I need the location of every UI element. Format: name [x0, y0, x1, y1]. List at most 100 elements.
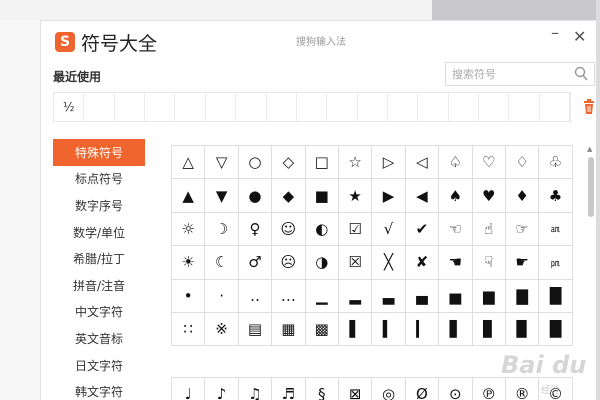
recent-symbol-cell[interactable]: [145, 93, 176, 121]
scroll-thumb[interactable]: [588, 157, 594, 217]
recent-symbol-cell[interactable]: [206, 93, 237, 121]
symbol-cell[interactable]: ▍: [372, 312, 406, 347]
search-box[interactable]: [445, 62, 595, 86]
symbol-cell[interactable]: ☛: [505, 246, 540, 280]
symbol-cell[interactable]: ▋: [439, 312, 473, 347]
category-item[interactable]: 中文字符: [53, 299, 145, 326]
symbol-cell[interactable]: ♣: [539, 179, 573, 213]
recent-symbol-cell[interactable]: [175, 93, 206, 121]
symbol-cell[interactable]: Ø: [406, 378, 440, 400]
symbol-cell[interactable]: ⊠: [339, 378, 373, 400]
symbol-cell[interactable]: ▶: [372, 179, 406, 213]
symbol-cell[interactable]: ‧: [205, 279, 239, 313]
category-item[interactable]: 拼音/注音: [53, 272, 145, 299]
symbol-cell[interactable]: ☜: [439, 212, 473, 247]
symbol-cell[interactable]: ㏂: [539, 212, 573, 247]
symbol-cell[interactable]: ▂: [338, 279, 373, 313]
recent-symbol-cell[interactable]: [479, 93, 510, 121]
symbol-cell[interactable]: ㏘: [539, 246, 573, 280]
category-item[interactable]: 希腊/拉丁: [53, 245, 145, 272]
recent-symbol-cell[interactable]: [297, 93, 328, 121]
symbol-cell[interactable]: ♂: [238, 246, 273, 280]
symbol-cell[interactable]: ▩: [305, 312, 339, 347]
symbol-cell[interactable]: ♫: [239, 378, 273, 400]
recent-symbol-cell[interactable]: [540, 93, 571, 121]
symbol-cell[interactable]: ▷: [372, 146, 406, 180]
symbol-cell[interactable]: ♠: [439, 179, 473, 213]
symbol-cell[interactable]: ▄: [405, 279, 440, 313]
symbol-cell[interactable]: …: [272, 279, 306, 313]
symbol-cell[interactable]: √: [372, 212, 406, 247]
symbol-cell[interactable]: ▼: [205, 179, 239, 213]
symbol-cell[interactable]: ♢: [505, 146, 540, 180]
symbol-cell[interactable]: ♬: [272, 378, 306, 400]
close-button[interactable]: ✕: [573, 27, 586, 46]
symbol-cell[interactable]: ★: [338, 179, 373, 213]
search-icon[interactable]: [574, 66, 588, 82]
symbol-cell[interactable]: ◐: [305, 212, 339, 247]
category-item[interactable]: 日文字符: [53, 352, 145, 379]
symbol-cell[interactable]: ♡: [472, 146, 506, 180]
symbol-cell[interactable]: ▲: [172, 179, 206, 213]
recent-symbol-cell[interactable]: [449, 93, 480, 121]
symbol-cell[interactable]: ▊: [472, 312, 506, 347]
symbol-cell[interactable]: ☀: [172, 246, 206, 280]
symbol-cell[interactable]: ☹: [272, 246, 306, 280]
symbol-cell[interactable]: ☺: [272, 212, 306, 247]
recent-symbol-cell[interactable]: ½: [54, 93, 85, 121]
search-input[interactable]: [446, 63, 566, 86]
symbol-cell[interactable]: ‥: [238, 279, 273, 313]
symbol-cell[interactable]: ▦: [272, 312, 306, 347]
symbol-cell[interactable]: ♦: [505, 179, 540, 213]
symbol-cell[interactable]: ☑: [338, 212, 373, 247]
category-item[interactable]: 数字序号: [53, 192, 145, 219]
symbol-cell[interactable]: ○: [238, 146, 273, 180]
symbol-cell[interactable]: ◇: [272, 146, 306, 180]
recent-symbol-cell[interactable]: [115, 93, 146, 121]
symbol-cell[interactable]: ☆: [338, 146, 373, 180]
recent-symbol-cell[interactable]: [388, 93, 419, 121]
recent-symbol-cell[interactable]: [236, 93, 267, 121]
symbol-cell[interactable]: █: [539, 279, 573, 313]
symbol-cell[interactable]: ♪: [205, 378, 239, 400]
category-item[interactable]: 特殊符号: [53, 139, 145, 166]
trash-icon[interactable]: [582, 99, 596, 115]
symbol-cell[interactable]: ▇: [505, 279, 540, 313]
category-item[interactable]: 英文音标: [53, 325, 145, 352]
symbol-cell[interactable]: ∷: [172, 312, 206, 347]
symbol-cell[interactable]: ☞: [505, 212, 540, 247]
symbol-cell[interactable]: □: [305, 146, 339, 180]
symbol-cell[interactable]: ☝: [472, 212, 506, 247]
symbol-cell[interactable]: ☒: [338, 246, 373, 280]
symbol-cell[interactable]: △: [172, 146, 206, 180]
symbol-cell[interactable]: ▃: [372, 279, 406, 313]
symbol-cell[interactable]: ◎: [372, 378, 406, 400]
symbol-cell[interactable]: •: [172, 279, 206, 313]
symbol-cell[interactable]: ☾: [205, 246, 239, 280]
minimize-button[interactable]: –: [551, 23, 559, 42]
symbol-cell[interactable]: ╳: [372, 246, 406, 280]
symbol-cell[interactable]: ✘: [405, 246, 440, 280]
symbol-cell[interactable]: ▽: [205, 146, 239, 180]
symbol-cell[interactable]: ◆: [272, 179, 306, 213]
symbol-cell[interactable]: ◑: [305, 246, 339, 280]
symbol-cell[interactable]: ✔: [405, 212, 440, 247]
symbol-cell[interactable]: ▆: [472, 279, 506, 313]
symbol-cell[interactable]: ◀: [405, 179, 440, 213]
recent-symbol-cell[interactable]: [358, 93, 388, 121]
symbol-cell[interactable]: ☚: [439, 246, 473, 280]
symbol-cell[interactable]: ♥: [472, 179, 506, 213]
symbol-cell[interactable]: ☽: [205, 212, 239, 247]
symbol-cell[interactable]: ♩: [172, 378, 206, 400]
symbol-cell[interactable]: █: [539, 312, 573, 347]
symbol-cell[interactable]: ♧: [539, 146, 573, 180]
symbol-cell[interactable]: ▅: [439, 279, 473, 313]
recent-symbol-cell[interactable]: [327, 93, 358, 121]
symbol-cell[interactable]: ▤: [238, 312, 273, 347]
symbol-cell[interactable]: ▁: [305, 279, 339, 313]
recent-symbol-cell[interactable]: [509, 93, 540, 121]
symbol-cell[interactable]: ■: [305, 179, 339, 213]
scrollbar[interactable]: ▲: [587, 145, 595, 385]
symbol-cell[interactable]: ♀: [238, 212, 273, 247]
category-item[interactable]: 标点符号: [53, 166, 145, 193]
